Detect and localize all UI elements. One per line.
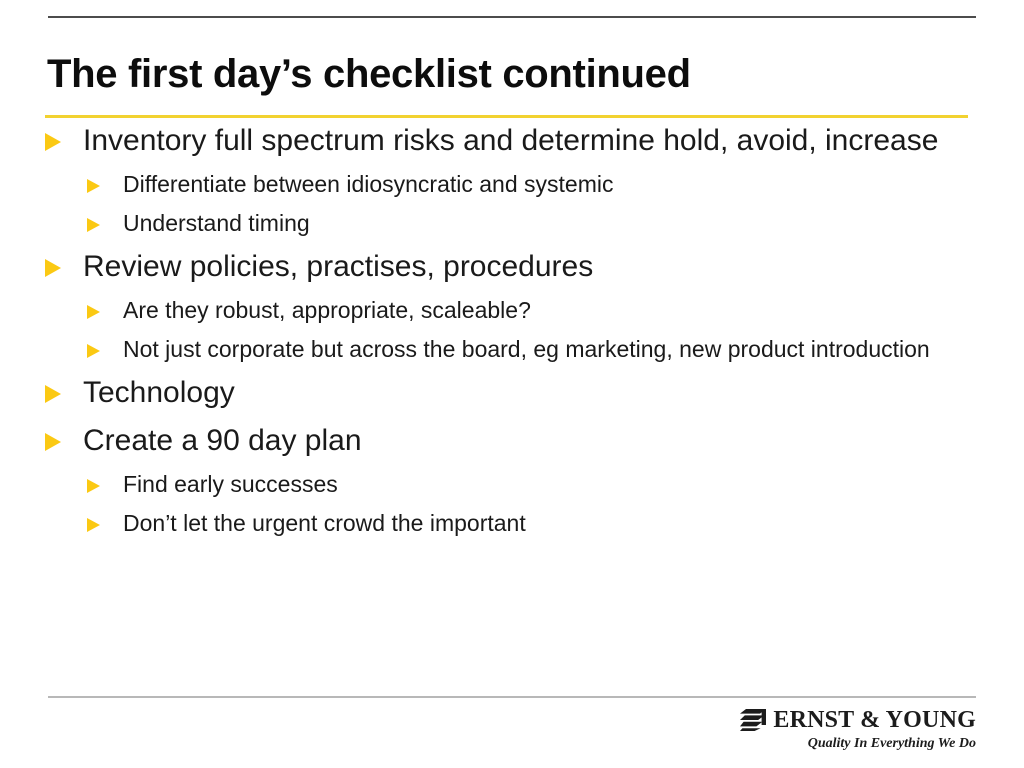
bullet-text: Don’t let the urgent crowd the important bbox=[123, 510, 526, 536]
bullet-item-level-1: Create a 90 day plan bbox=[0, 420, 1024, 461]
bullet-text: Not just corporate but across the board,… bbox=[123, 336, 930, 362]
ernst-young-logo: ERNST & YOUNG Quality In Everything We D… bbox=[740, 708, 976, 753]
page-title: The first day’s checklist continued bbox=[47, 51, 691, 96]
footer-divider bbox=[48, 696, 976, 698]
bullet-text: Create a 90 day plan bbox=[83, 424, 362, 457]
bullet-text: Are they robust, appropriate, scaleable? bbox=[123, 297, 531, 323]
bullet-item-level-2: Differentiate between idiosyncratic and … bbox=[0, 168, 1024, 200]
bullet-text: Inventory full spectrum risks and determ… bbox=[83, 124, 939, 157]
logo-tagline: Quality In Everything We Do bbox=[807, 736, 976, 751]
logo-wordmark: ERNST & YOUNG bbox=[773, 707, 976, 733]
bullet-text: Find early successes bbox=[123, 471, 338, 497]
bullet-triangle-icon bbox=[87, 218, 100, 232]
slide: The first day’s checklist continued Inve… bbox=[0, 0, 1024, 768]
bullet-text: Differentiate between idiosyncratic and … bbox=[123, 171, 614, 197]
ernst-young-beam-icon bbox=[740, 709, 767, 731]
bullet-item-level-2: Are they robust, appropriate, scaleable? bbox=[0, 294, 1024, 326]
bullet-triangle-icon bbox=[45, 385, 61, 403]
bullet-triangle-icon bbox=[45, 259, 61, 277]
bullet-triangle-icon bbox=[87, 344, 100, 358]
bullet-item-level-2: Don’t let the urgent crowd the important bbox=[0, 507, 1024, 539]
bullet-item-level-1: Review policies, practises, procedures bbox=[0, 246, 1024, 287]
bullet-triangle-icon bbox=[45, 433, 61, 451]
bullet-item-level-1: Technology bbox=[0, 372, 1024, 413]
bullet-list: Inventory full spectrum risks and determ… bbox=[0, 113, 1024, 539]
bullet-text: Understand timing bbox=[123, 210, 310, 236]
bullet-item-level-2: Understand timing bbox=[0, 207, 1024, 239]
bullet-text: Technology bbox=[83, 376, 235, 409]
bullet-item-level-2: Find early successes bbox=[0, 468, 1024, 500]
bullet-item-level-2: Not just corporate but across the board,… bbox=[0, 333, 1024, 365]
bullet-triangle-icon bbox=[45, 133, 61, 151]
title-top-divider bbox=[48, 16, 976, 18]
bullet-item-level-1: Inventory full spectrum risks and determ… bbox=[0, 120, 1024, 161]
bullet-triangle-icon bbox=[87, 305, 100, 319]
bullet-text: Review policies, practises, procedures bbox=[83, 250, 594, 283]
logo-row: ERNST & YOUNG bbox=[740, 708, 976, 732]
bullet-triangle-icon bbox=[87, 179, 100, 193]
bullet-triangle-icon bbox=[87, 479, 100, 493]
bullet-triangle-icon bbox=[87, 518, 100, 532]
